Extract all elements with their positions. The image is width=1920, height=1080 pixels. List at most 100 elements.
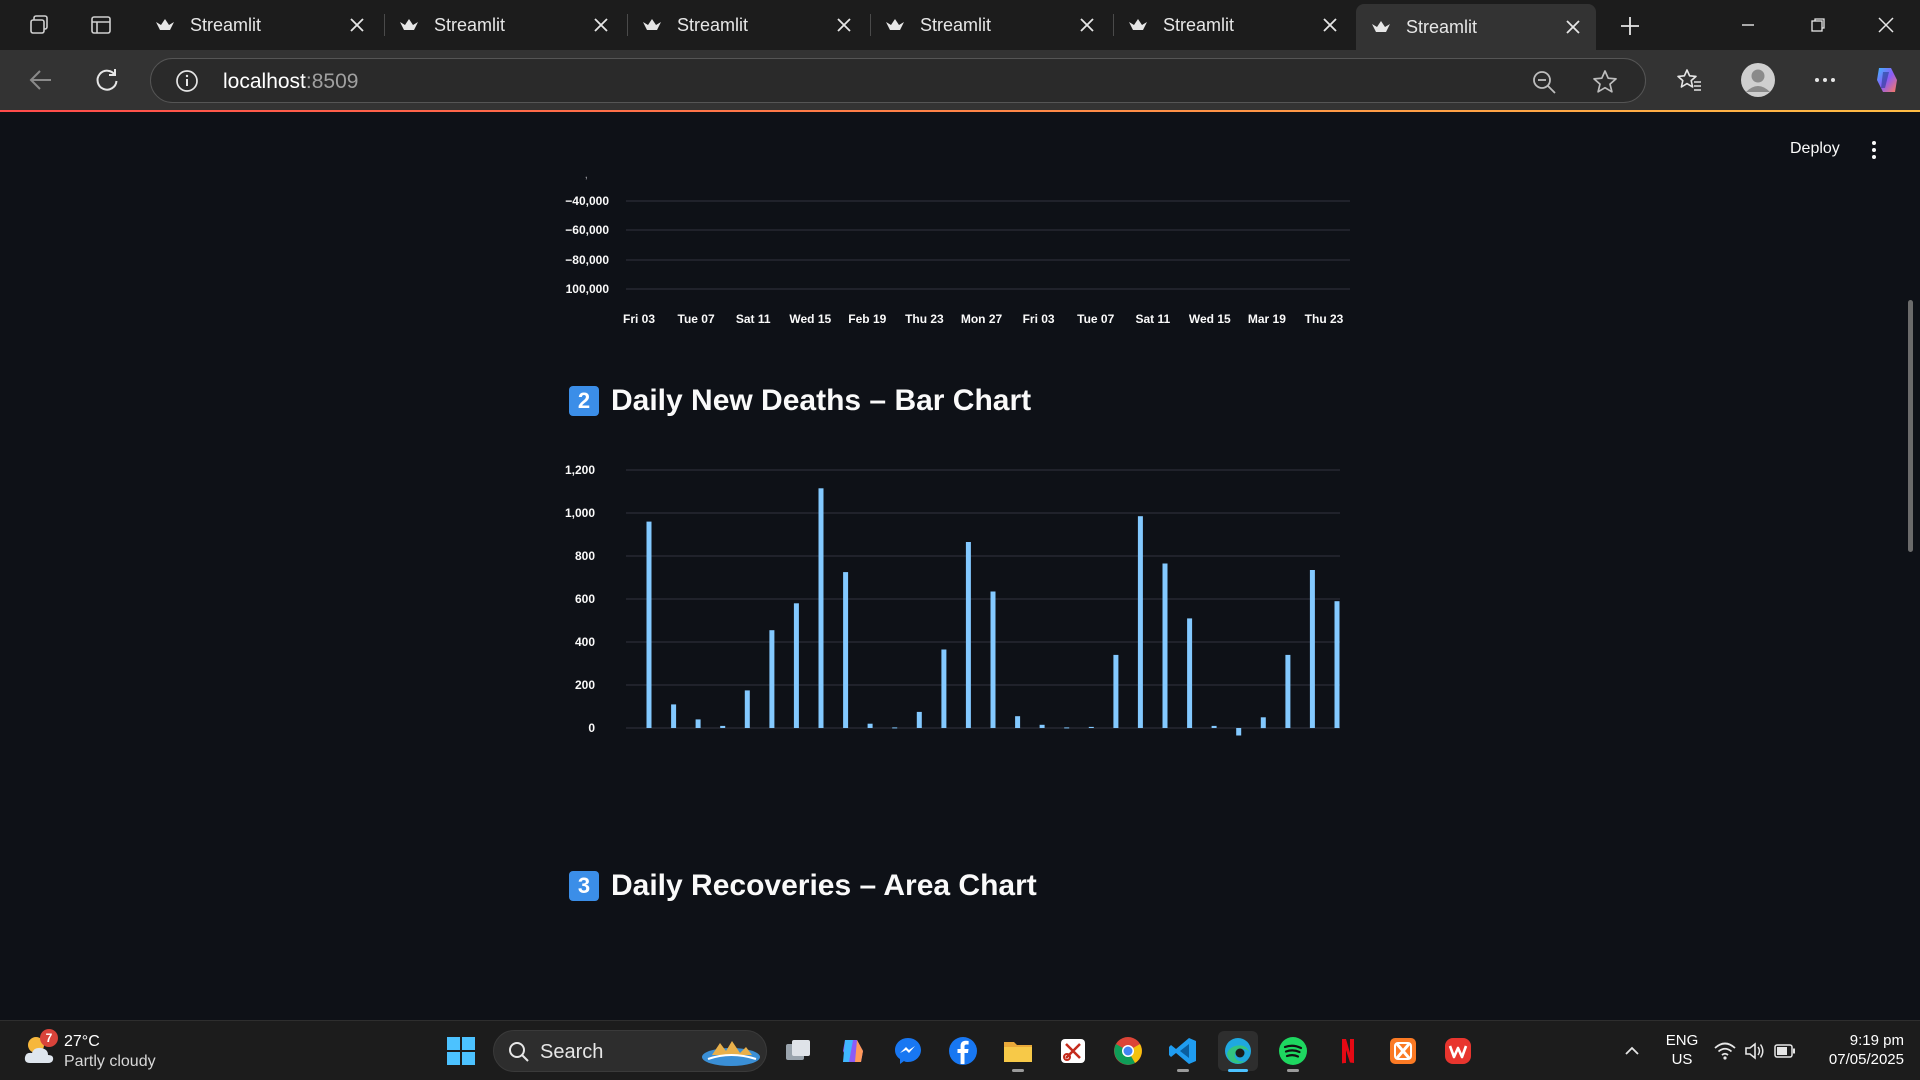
close-tab-icon[interactable] (1562, 16, 1584, 38)
file-explorer-icon[interactable] (998, 1031, 1038, 1072)
task-view-icon[interactable] (778, 1031, 818, 1071)
chart1-x-tick-label: Wed 15 (789, 312, 831, 326)
chart2-bar[interactable] (1285, 654, 1291, 728)
page-scrollbar[interactable] (1906, 112, 1914, 1016)
refresh-button[interactable] (90, 63, 124, 97)
chart2-bar[interactable] (941, 649, 947, 729)
more-menu-icon[interactable] (1808, 63, 1842, 97)
volume-icon[interactable] (1740, 1031, 1770, 1071)
profile-avatar[interactable] (1740, 62, 1776, 98)
input-language-indicator[interactable]: ENG US (1664, 1031, 1700, 1069)
browser-tab-bar: Streamlit Streamlit Streamlit Streamlit … (0, 0, 1920, 50)
url-text[interactable]: localhost:8509 (223, 70, 358, 94)
chart2-y-tick-label: 800 (575, 549, 595, 563)
tab-title: Streamlit (677, 14, 749, 35)
chart2-bar[interactable] (916, 711, 922, 728)
chart1-x-tick-label: Tue 07 (678, 312, 715, 326)
messenger-icon[interactable] (888, 1031, 928, 1071)
browser-tab[interactable]: Streamlit (140, 4, 380, 46)
streamlit-crown-icon (1370, 16, 1392, 38)
chart2-bar[interactable] (965, 542, 971, 728)
browser-tab-active[interactable]: Streamlit (1356, 4, 1596, 50)
workspaces-icon[interactable] (26, 12, 52, 38)
address-bar[interactable]: localhost:8509 (150, 58, 1646, 103)
new-tab-button[interactable] (1614, 10, 1646, 42)
copilot-app-icon[interactable] (833, 1031, 873, 1071)
close-tab-icon[interactable] (833, 14, 855, 36)
chart2-bar[interactable] (867, 723, 873, 728)
snipping-tool-icon[interactable] (1053, 1031, 1093, 1071)
favorite-star-icon[interactable] (1591, 68, 1619, 96)
vscode-icon[interactable] (1163, 1031, 1203, 1072)
chart2-bar[interactable] (1236, 728, 1242, 736)
show-hidden-icons-chevron-up-icon[interactable] (1612, 1031, 1652, 1071)
battery-icon[interactable] (1770, 1031, 1800, 1071)
url-port: :8509 (305, 70, 359, 93)
chart2-bar[interactable] (695, 719, 701, 728)
edge-icon[interactable] (1218, 1031, 1258, 1072)
chart2-bar[interactable] (818, 488, 824, 728)
close-tab-icon[interactable] (1076, 14, 1098, 36)
vertical-tabs-icon[interactable] (88, 12, 114, 38)
chart2-bar[interactable] (1309, 570, 1315, 728)
chart2-bar[interactable] (793, 603, 799, 728)
chart2-bar[interactable] (646, 521, 652, 728)
number-badge: 3 (569, 871, 599, 901)
section-heading-deaths: 2 Daily New Deaths – Bar Chart (569, 384, 1031, 418)
chrome-icon[interactable] (1108, 1031, 1148, 1071)
chart2-y-tick-label: 400 (575, 635, 595, 649)
close-window-button[interactable] (1864, 8, 1908, 42)
spotify-icon[interactable] (1273, 1031, 1313, 1072)
chart-daily-new-deaths[interactable]: 02004006008001,0001,200 Thu 09Sat 11Mon … (6, 432, 1912, 812)
chart2-bar[interactable] (1064, 727, 1070, 729)
zoom-out-icon[interactable] (1531, 69, 1557, 95)
close-tab-icon[interactable] (1319, 14, 1341, 36)
wps-office-icon[interactable] (1438, 1031, 1478, 1071)
browser-tab[interactable]: Streamlit (627, 4, 867, 46)
page-scrollbar-thumb[interactable] (1908, 300, 1913, 552)
weather-widget[interactable]: 7 27°C Partly cloudy (22, 1029, 202, 1073)
chart2-bar[interactable] (744, 690, 750, 728)
chart2-bar[interactable] (1039, 724, 1045, 728)
chart2-bar[interactable] (671, 704, 677, 728)
close-tab-icon[interactable] (346, 14, 368, 36)
system-clock[interactable]: 9:19 pm 07/05/2025 (1800, 1031, 1904, 1069)
chart2-bar[interactable] (720, 725, 726, 728)
active-indicator (1228, 1069, 1248, 1072)
favorites-icon[interactable] (1672, 63, 1706, 97)
back-button[interactable] (24, 63, 58, 97)
chart2-bar[interactable] (1162, 563, 1168, 729)
chart2-bar[interactable] (1211, 725, 1217, 728)
chart2-bar[interactable] (1187, 618, 1193, 728)
restore-button[interactable] (1796, 8, 1840, 42)
netflix-icon[interactable] (1328, 1031, 1368, 1071)
chart1-clipped-label: , (585, 167, 588, 181)
browser-toolbar: localhost:8509 (0, 50, 1920, 110)
chart2-bar[interactable] (1113, 654, 1119, 728)
browser-tab[interactable]: Streamlit (384, 4, 624, 46)
site-info-icon[interactable] (175, 69, 199, 93)
chart2-bar[interactable] (1137, 516, 1143, 728)
xampp-icon[interactable] (1383, 1031, 1423, 1071)
close-tab-icon[interactable] (590, 14, 612, 36)
chart2-bar[interactable] (1015, 716, 1021, 728)
minimize-button[interactable] (1726, 8, 1770, 42)
chart2-bar[interactable] (1260, 717, 1266, 729)
facebook-icon[interactable] (943, 1031, 983, 1071)
browser-tab[interactable]: Streamlit (1113, 4, 1353, 46)
chart1-x-tick-label: Fri 03 (1023, 312, 1055, 326)
taskbar-search-input[interactable]: Search (493, 1030, 767, 1072)
chart2-bar[interactable] (843, 572, 849, 728)
browser-tab[interactable]: Streamlit (870, 4, 1110, 46)
chart2-y-tick-label: 0 (588, 721, 595, 735)
chart2-bar[interactable] (769, 630, 775, 728)
copilot-icon[interactable] (1870, 63, 1904, 97)
chart2-bar[interactable] (1088, 726, 1094, 728)
chart1-x-tick-label: Mar 19 (1248, 312, 1286, 326)
chart2-bar[interactable] (1334, 601, 1340, 728)
wifi-icon[interactable] (1710, 1031, 1740, 1071)
chart1-x-tick-label: Sat 11 (1135, 312, 1170, 326)
chart2-bar[interactable] (990, 591, 996, 729)
start-button[interactable] (441, 1031, 481, 1071)
chart2-bar[interactable] (892, 727, 898, 729)
